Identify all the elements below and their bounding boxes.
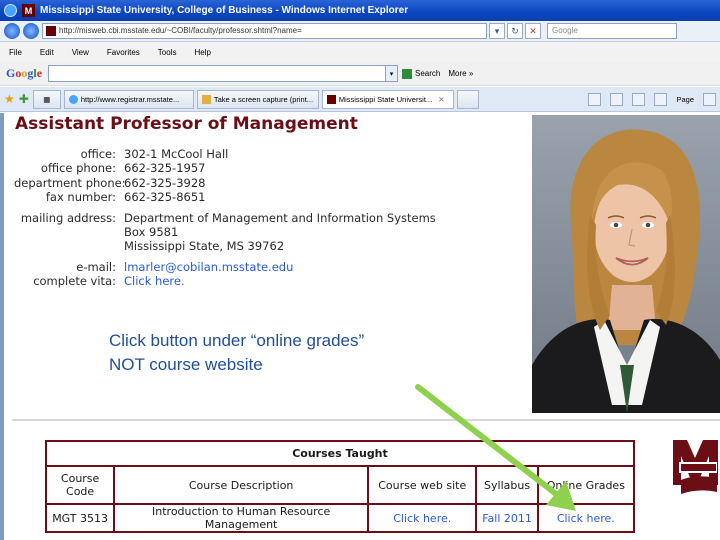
quick-tabs-button[interactable]: ▦ xyxy=(32,89,61,109)
url-field[interactable]: http://misweb.cbi.msstate.edu/~COBI/facu… xyxy=(42,23,487,39)
google-more-button[interactable]: More » xyxy=(448,69,473,78)
email-label: e-mail: xyxy=(76,259,116,274)
feeds-icon[interactable] xyxy=(610,92,624,106)
tab-bar: ★ ✚ ▦ http://www.registrar.msstate... Ta… xyxy=(0,87,720,112)
mailing-line: Department of Management and Information… xyxy=(124,210,436,225)
back-icon[interactable] xyxy=(4,23,20,39)
tab-label: Take a screen capture (print... xyxy=(213,94,314,104)
contact-value: 662-325-1957 xyxy=(124,161,206,176)
contact-label: office: xyxy=(80,147,116,161)
google-search-icon xyxy=(402,68,413,79)
portrait-image xyxy=(532,115,720,413)
contact-value: 662-325-3928 xyxy=(124,175,206,190)
page-icon xyxy=(201,94,211,104)
column-header-course-code: Course Code xyxy=(44,465,116,505)
menu-edit[interactable]: Edit xyxy=(40,48,54,57)
tab-label: http://www.registrar.msstate... xyxy=(80,94,180,104)
forward-icon[interactable] xyxy=(23,23,39,39)
mailing-label: mailing address: xyxy=(20,210,116,225)
print-icon[interactable] xyxy=(654,92,668,106)
screenshot: M Mississippi State University, College … xyxy=(0,0,720,540)
contact-label: office phone: xyxy=(40,161,116,176)
home-icon[interactable] xyxy=(588,92,602,106)
mailing-address-row: mailing address: Department of Managemen… xyxy=(14,211,474,225)
stop-icon[interactable]: ✕ xyxy=(525,23,541,39)
tools-icon[interactable] xyxy=(703,92,716,106)
google-dropdown-icon[interactable]: ▾ xyxy=(386,65,399,82)
window-titlebar: M Mississippi State University, College … xyxy=(0,0,720,21)
window-title: Mississippi State University, College of… xyxy=(40,5,409,16)
contact-info: office: 302-1 McCool Hall office phone: … xyxy=(14,147,474,289)
tab-msu[interactable]: Mississippi State Universit... ✕ xyxy=(321,89,454,109)
contact-value: 662-325-8651 xyxy=(124,190,206,205)
google-toolbar: Google ▾ Search More » xyxy=(0,62,720,86)
section-divider xyxy=(12,419,720,421)
menu-tools[interactable]: Tools xyxy=(158,48,177,57)
menu-view[interactable]: View xyxy=(72,48,89,57)
url-dropdown-icon[interactable]: ▾ xyxy=(489,23,505,39)
add-favorite-icon[interactable]: ✚ xyxy=(19,92,29,106)
contact-row-department-phone: department phone: 662-325-3928 xyxy=(14,176,474,190)
url-text: http://misweb.cbi.msstate.edu/~COBI/facu… xyxy=(59,26,302,35)
email-row: e-mail: lmarler@cobilan.msstate.edu xyxy=(14,260,474,274)
close-tab-icon[interactable]: ✕ xyxy=(438,95,444,104)
search-placeholder: Google xyxy=(552,26,578,35)
contact-row-office: office: 302-1 McCool Hall xyxy=(14,147,474,161)
menu-file[interactable]: File xyxy=(9,48,22,57)
site-favicon-icon xyxy=(46,26,56,36)
ie-page-icon xyxy=(68,94,78,104)
command-bar: Page xyxy=(579,92,720,106)
course-description-cell: Introduction to Human Resource Managemen… xyxy=(113,503,370,533)
arrow-shaft xyxy=(415,384,563,500)
new-tab-button[interactable] xyxy=(456,89,479,109)
ie-icon xyxy=(4,4,17,17)
search-input[interactable]: Google xyxy=(547,23,677,39)
professor-photo xyxy=(532,115,720,413)
msu-favicon-icon: M xyxy=(22,4,35,17)
vita-link[interactable]: Click here. xyxy=(124,274,185,288)
mailing-line: Mississippi State, MS 39762 xyxy=(124,239,285,254)
msu-favicon-icon xyxy=(326,94,336,104)
sidebar-edge xyxy=(0,113,4,540)
email-link[interactable]: lmarler@cobilan.msstate.edu xyxy=(124,260,293,274)
page-title: Assistant Professor of Management xyxy=(15,114,358,134)
google-search-button[interactable]: Search xyxy=(402,68,441,79)
contact-row-office-phone: office phone: 662-325-1957 xyxy=(14,161,474,175)
menu-help[interactable]: Help xyxy=(194,48,210,57)
mail-icon[interactable] xyxy=(632,92,646,106)
mailing-address-row: Mississippi State, MS 39762 xyxy=(14,239,474,253)
tab-registrar[interactable]: http://www.registrar.msstate... xyxy=(63,89,194,109)
menu-favorites[interactable]: Favorites xyxy=(107,48,140,57)
google-logo: Google xyxy=(6,66,43,80)
vita-row: complete vita: Click here. xyxy=(14,274,474,288)
favorites-star-icon[interactable]: ★ xyxy=(4,92,15,106)
contact-row-fax: fax number: 662-325-8651 xyxy=(14,190,474,204)
page-content: Assistant Professor of Management office… xyxy=(0,113,720,540)
callout-line: NOT course website xyxy=(109,355,263,374)
contact-value: 302-1 McCool Hall xyxy=(124,147,229,161)
contact-label: department phone: xyxy=(14,175,126,190)
refresh-icon[interactable]: ↻ xyxy=(507,23,523,39)
mailing-line: Box 9581 xyxy=(124,225,179,240)
contact-label: fax number: xyxy=(45,190,116,205)
tab-screen-capture[interactable]: Take a screen capture (print... xyxy=(196,89,319,109)
tab-label: Mississippi State Universit... xyxy=(338,94,433,104)
callout-line: Click button under “online grades” xyxy=(109,331,365,350)
google-search-label: Search xyxy=(415,69,441,78)
msu-logo xyxy=(671,440,720,500)
column-header-description: Course Description xyxy=(113,465,370,505)
instruction-callout: Click button under “online grades” NOT c… xyxy=(109,329,364,377)
pointer-arrow xyxy=(415,384,576,511)
address-bar: http://misweb.cbi.msstate.edu/~COBI/facu… xyxy=(0,21,720,42)
arrow-head xyxy=(546,481,576,511)
google-search-input[interactable] xyxy=(48,65,387,82)
mailing-address-row: Box 9581 xyxy=(14,225,474,239)
vita-label: complete vita: xyxy=(33,274,116,289)
menu-bar: File Edit View Favorites Tools Help xyxy=(0,42,720,62)
page-menu[interactable]: Page xyxy=(676,95,694,104)
course-code-cell: MGT 3513 xyxy=(44,503,116,533)
